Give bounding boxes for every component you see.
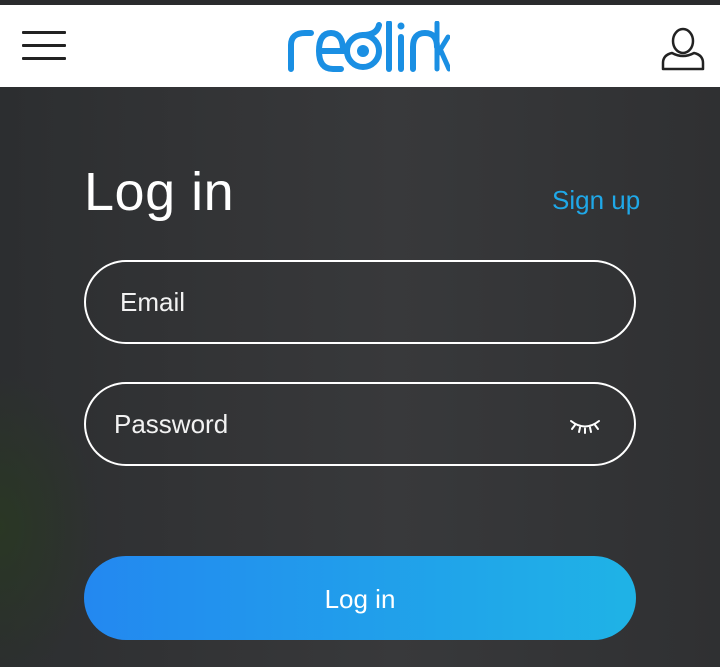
logo-letter-n xyxy=(410,29,440,72)
user-account-icon[interactable] xyxy=(658,25,708,73)
logo-letter-r xyxy=(288,30,314,72)
eye-closed-icon[interactable] xyxy=(568,412,602,438)
email-field-wrapper xyxy=(84,260,636,344)
menu-line xyxy=(22,57,66,60)
site-header xyxy=(0,5,720,87)
login-submit-button[interactable]: Log in xyxy=(84,556,636,640)
reolink-logo[interactable] xyxy=(285,21,450,73)
menu-line xyxy=(22,31,66,34)
password-field-wrapper xyxy=(84,382,636,466)
login-page: Log in Sign up Log in xyxy=(0,0,720,667)
logo-lens-accent xyxy=(360,22,382,38)
logo-i-dot xyxy=(397,22,405,30)
logo-lens-dot xyxy=(357,45,369,57)
page-title: Log in xyxy=(84,162,235,222)
hamburger-menu-icon[interactable] xyxy=(22,29,68,65)
logo-letter-e xyxy=(315,29,347,72)
email-input[interactable] xyxy=(86,262,634,342)
menu-line xyxy=(22,44,66,47)
sign-up-link[interactable]: Sign up xyxy=(552,184,640,216)
logo-letter-k xyxy=(434,21,450,72)
password-input[interactable] xyxy=(86,384,634,464)
